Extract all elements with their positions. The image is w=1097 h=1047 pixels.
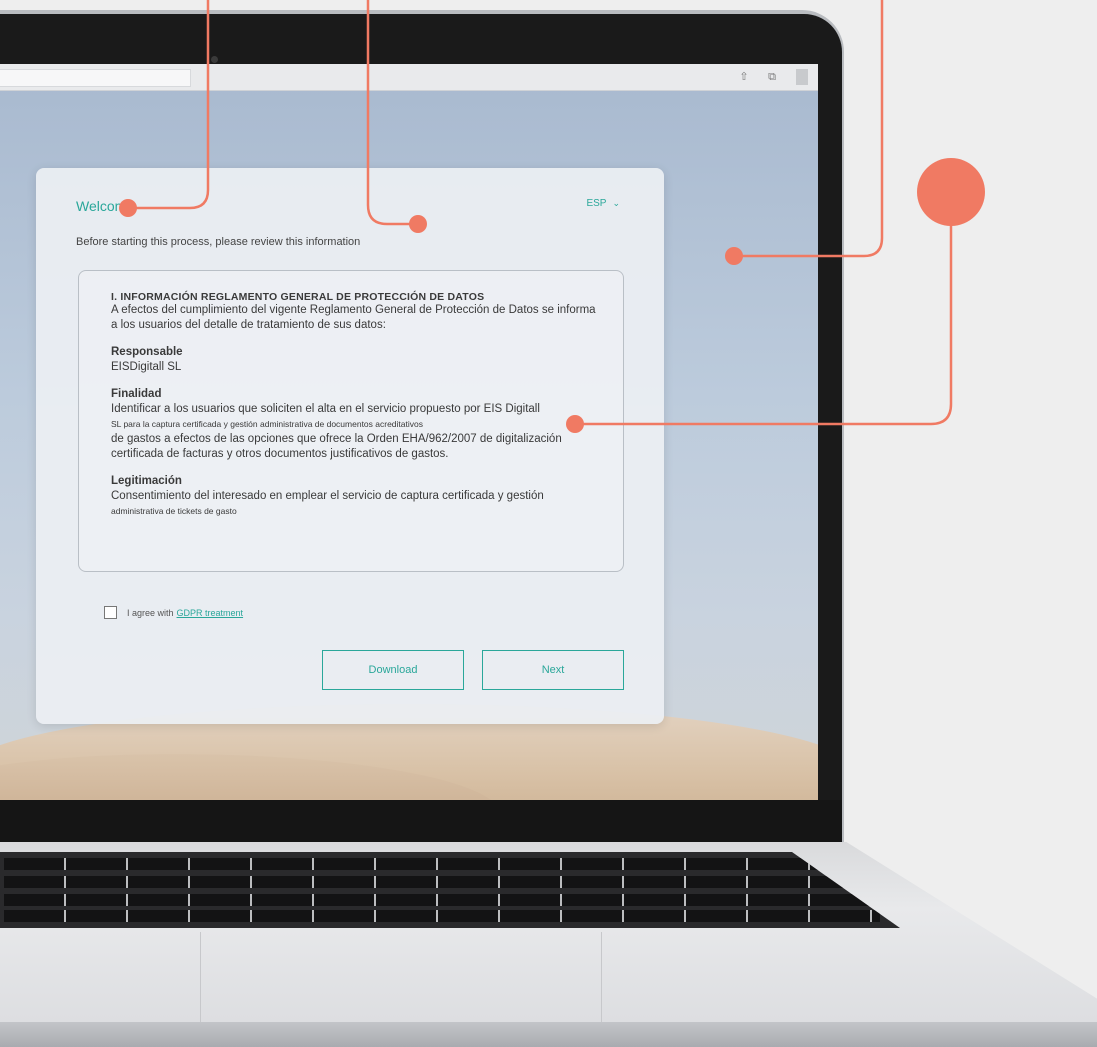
- keyboard: [0, 852, 900, 928]
- gdpr-agree-row: I agree with GDPR treatment: [104, 606, 243, 619]
- section-title: I. INFORMACIÓN REGLAMENTO GENERAL DE PRO…: [111, 291, 485, 303]
- gdpr-agree-checkbox[interactable]: [104, 606, 117, 619]
- finalidad-line-2: SL para la captura certificada y gestión…: [111, 419, 423, 429]
- welcome-title: Welcome: [76, 198, 135, 214]
- download-button[interactable]: Download: [322, 650, 464, 690]
- laptop-screen: ⇧ ⧉ Welcome ESP ⌄ Before starting this pr…: [0, 64, 818, 800]
- finalidad-heading: Finalidad: [111, 388, 162, 400]
- key-row: [4, 910, 880, 922]
- responsable-value: EISDigitall SL: [111, 361, 182, 373]
- gdpr-info-box[interactable]: I. INFORMACIÓN REGLAMENTO GENERAL DE PRO…: [78, 270, 624, 572]
- responsable-heading: Responsable: [111, 346, 183, 358]
- key-row: [4, 858, 880, 870]
- key-row: [4, 876, 880, 888]
- finalidad-line-3: de gastos a efectos de las opciones que …: [111, 433, 562, 460]
- legitimacion-line-2: administrativa de tickets de gasto: [111, 506, 237, 516]
- legitimacion-heading: Legitimación: [111, 475, 182, 487]
- language-label: ESP: [586, 198, 607, 209]
- gdpr-dialog: Welcome ESP ⌄ Before starting this proces…: [36, 168, 664, 724]
- gdpr-treatment-link[interactable]: GDPR treatment: [177, 608, 244, 618]
- finalidad-line-1: Identificar a los usuarios que soliciten…: [111, 403, 540, 415]
- share-icon[interactable]: ⇧: [736, 69, 752, 85]
- intro-text: A efectos del cumplimiento del vigente R…: [111, 304, 596, 331]
- browser-toolbar: ⇧ ⧉: [0, 64, 818, 91]
- sidebar-icon[interactable]: [796, 69, 808, 85]
- agree-text: I agree with: [127, 607, 174, 618]
- chevron-down-icon: ⌄: [612, 198, 620, 208]
- legitimacion-line-1: Consentimiento del interesado en emplear…: [111, 490, 544, 502]
- dialog-subtitle: Before starting this process, please rev…: [76, 236, 361, 248]
- camera: [211, 56, 218, 63]
- callout-large-dot: [917, 158, 985, 226]
- tabs-icon[interactable]: ⧉: [764, 69, 780, 85]
- screen-bottom-bezel: [0, 800, 842, 842]
- laptop-base-edge: [0, 1022, 1097, 1047]
- language-selector[interactable]: ESP ⌄: [586, 198, 620, 209]
- address-bar[interactable]: [0, 69, 191, 87]
- next-button[interactable]: Next: [482, 650, 624, 690]
- trackpad: [200, 932, 602, 1022]
- key-row: [4, 894, 880, 906]
